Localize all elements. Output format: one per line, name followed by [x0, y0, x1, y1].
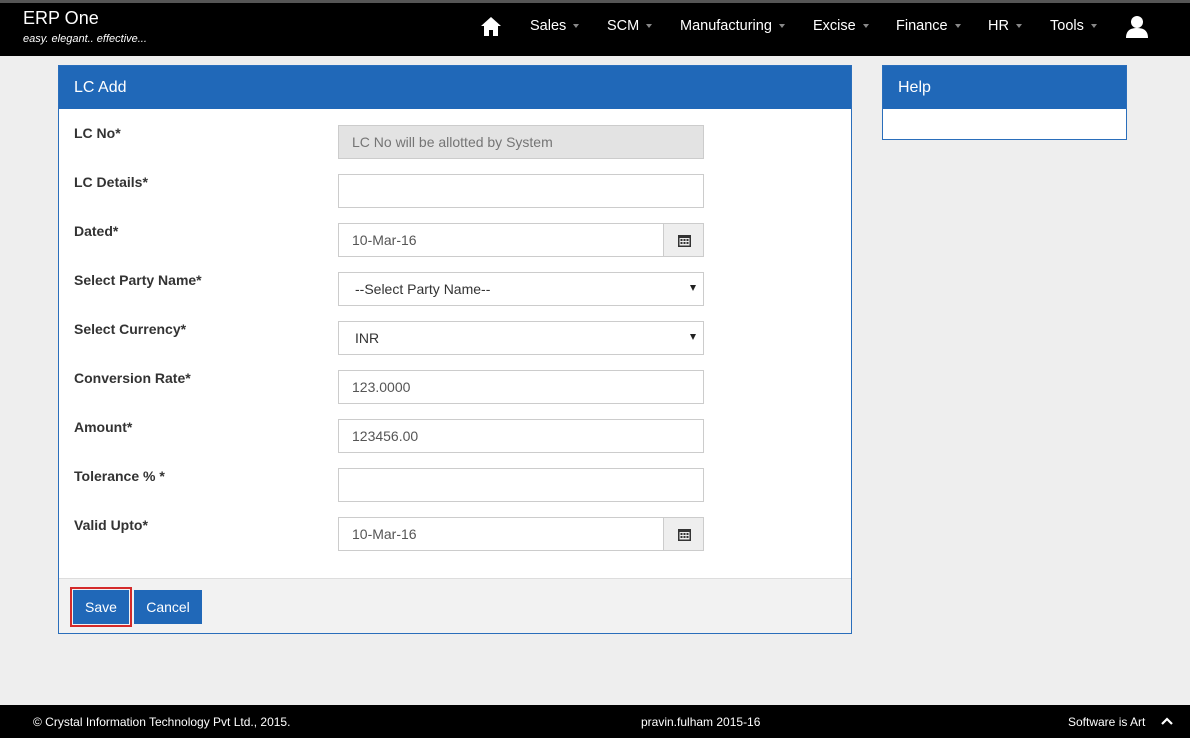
row-valid-upto: Valid Upto*: [59, 517, 851, 551]
footer-user: pravin.fulham 2015-16: [641, 715, 761, 729]
conversion-rate-input[interactable]: [338, 370, 704, 404]
party-select-value: --Select Party Name--: [355, 281, 491, 297]
help-title: Help: [883, 66, 1126, 109]
conversion-rate-label: Conversion Rate*: [74, 370, 191, 386]
select-arrow-icon: [690, 334, 696, 340]
lc-no-label: LC No*: [74, 125, 121, 141]
nav-tools-label: Tools: [1050, 18, 1084, 34]
home-icon[interactable]: [480, 16, 502, 38]
row-lc-details: LC Details*: [59, 174, 851, 208]
nav-manufacturing[interactable]: Manufacturing: [680, 18, 785, 34]
lc-add-panel: LC Add LC No* LC Details* Dated* Select …: [58, 65, 852, 634]
app-tagline: easy. elegant.. effective...: [23, 33, 147, 45]
nav-hr[interactable]: HR: [988, 18, 1022, 34]
nav-finance-label: Finance: [896, 18, 948, 34]
chevron-down-icon: [1015, 24, 1022, 29]
tolerance-label: Tolerance % *: [74, 468, 165, 484]
nav-scm[interactable]: SCM: [607, 18, 653, 34]
row-currency: Select Currency* INR: [59, 321, 851, 355]
valid-upto-input[interactable]: [338, 517, 664, 551]
tolerance-input[interactable]: [338, 468, 704, 502]
row-dated: Dated*: [59, 223, 851, 257]
valid-upto-label: Valid Upto*: [74, 517, 148, 533]
dated-label: Dated*: [74, 223, 119, 239]
party-select[interactable]: --Select Party Name--: [338, 272, 704, 306]
row-conversion-rate: Conversion Rate*: [59, 370, 851, 404]
app-title: ERP One: [23, 8, 99, 28]
row-tolerance: Tolerance % *: [59, 468, 851, 502]
calendar-icon: [678, 529, 691, 541]
page-footer: © Crystal Information Technology Pvt Ltd…: [0, 705, 1190, 738]
select-arrow-icon: [690, 285, 696, 291]
row-amount: Amount*: [59, 419, 851, 453]
valid-upto-calendar-button[interactable]: [663, 517, 704, 551]
amount-label: Amount*: [74, 419, 133, 435]
amount-input[interactable]: [338, 419, 704, 453]
chevron-down-icon: [1090, 24, 1097, 29]
save-button[interactable]: Save: [70, 587, 132, 627]
nav-tools[interactable]: Tools: [1050, 18, 1097, 34]
dated-calendar-button[interactable]: [663, 223, 704, 257]
chevron-down-icon: [954, 24, 961, 29]
nav-sales-label: Sales: [530, 18, 567, 34]
user-icon[interactable]: [1126, 15, 1148, 39]
help-panel: Help: [882, 65, 1127, 140]
nav-finance[interactable]: Finance: [896, 18, 961, 34]
chevron-down-icon: [646, 24, 653, 29]
chevron-down-icon: [862, 24, 869, 29]
brand[interactable]: ERP One easy. elegant.. effective...: [23, 8, 147, 45]
chevron-up-icon[interactable]: [1160, 714, 1174, 728]
currency-select-value: INR: [355, 330, 380, 346]
dated-input[interactable]: [338, 223, 664, 257]
nav-excise[interactable]: Excise: [813, 18, 869, 34]
currency-label: Select Currency*: [74, 321, 187, 337]
nav-hr-label: HR: [988, 18, 1009, 34]
chevron-down-icon: [573, 24, 580, 29]
row-lc-no: LC No*: [59, 125, 851, 159]
nav-manufacturing-label: Manufacturing: [680, 18, 772, 34]
lc-no-field: [338, 125, 704, 159]
nav-sales[interactable]: Sales: [530, 18, 580, 34]
panel-footer: Save Cancel: [59, 578, 851, 633]
currency-select[interactable]: INR: [338, 321, 704, 355]
nav-excise-label: Excise: [813, 18, 856, 34]
row-party: Select Party Name* --Select Party Name--: [59, 272, 851, 306]
panel-title: LC Add: [59, 66, 851, 109]
nav-scm-label: SCM: [607, 18, 640, 34]
cancel-button[interactable]: Cancel: [134, 590, 202, 624]
top-navbar: ERP One easy. elegant.. effective... Sal…: [0, 0, 1190, 56]
lc-details-label: LC Details*: [74, 174, 148, 190]
calendar-icon: [678, 235, 691, 247]
lc-details-input[interactable]: [338, 174, 704, 208]
chevron-down-icon: [778, 24, 785, 29]
party-label: Select Party Name*: [74, 272, 202, 288]
footer-slogan: Software is Art: [1068, 715, 1146, 729]
copyright-text: © Crystal Information Technology Pvt Ltd…: [33, 715, 291, 729]
